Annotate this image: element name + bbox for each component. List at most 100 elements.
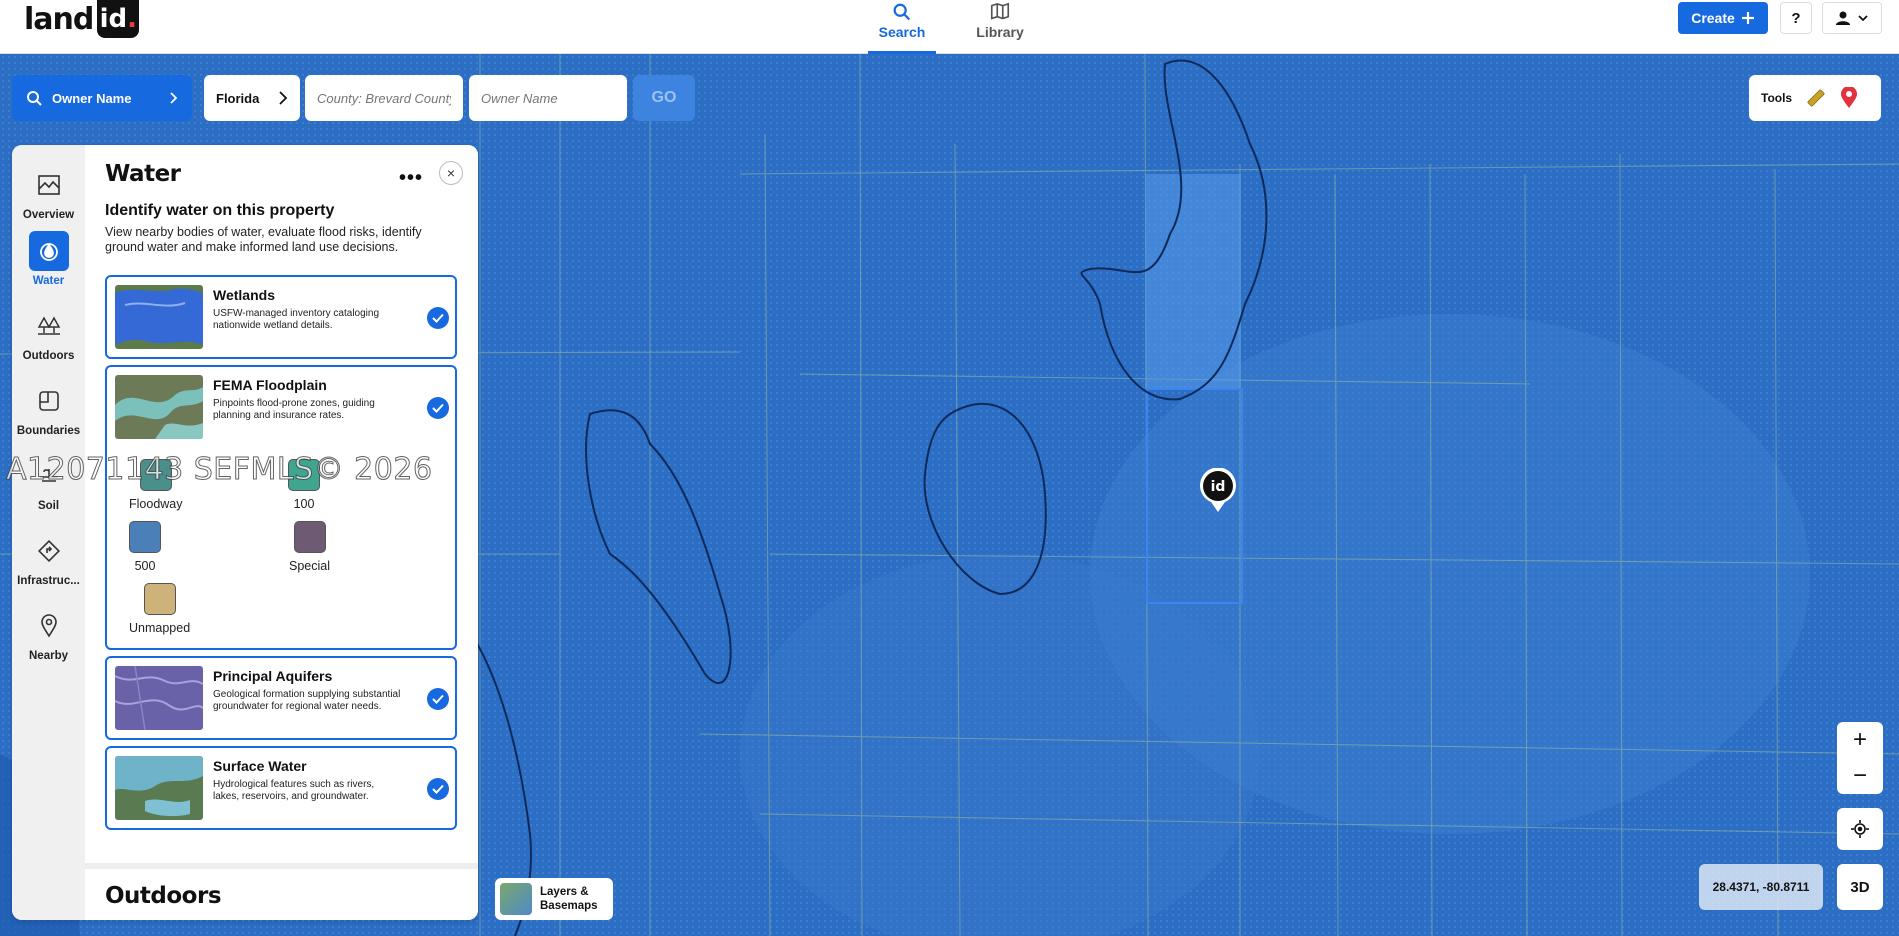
layer-title: Wetlands [213,287,275,303]
layer-title: Principal Aquifers [213,668,333,684]
account-menu-button[interactable] [1822,2,1882,34]
layer-title: FEMA Floodplain [213,377,327,393]
search-mode-button[interactable]: Owner Name [12,75,192,121]
checkmark-icon[interactable] [427,778,449,800]
create-button-label: Create [1691,10,1735,26]
sidebar-item-outdoors[interactable]: Outdoors [12,306,85,362]
category-rail: Overview Water Outdoors Boundaries Soil … [12,145,85,920]
flood-legend-special: Special [289,521,330,573]
county-field-wrapper [305,75,463,121]
tools-panel[interactable]: Tools [1749,75,1881,121]
flood-legend-100: 100 [288,459,320,511]
tab-library[interactable]: Library [966,0,1034,54]
sidebar-item-label: Outdoors [22,350,75,362]
plus-icon [1741,12,1754,24]
state-select[interactable]: Florida [204,75,300,121]
close-panel-button[interactable]: × [439,161,463,185]
layer-card-wetlands[interactable]: Wetlands USFW-managed inventory catalogi… [105,275,457,359]
sidebar-item-water[interactable]: Water [12,231,85,287]
logo-badge-text: id [99,4,128,34]
go-button[interactable]: GO [633,75,695,121]
water-drop-icon [39,243,58,261]
layer-title: Surface Water [213,758,307,774]
layer-description: USFW-managed inventory cataloging nation… [213,308,380,331]
book-icon [990,2,1010,20]
tab-search[interactable]: Search [868,0,936,54]
flood-legend-floodway: Floodway [129,459,183,511]
top-bar: land id. Search Library Create ? [0,0,1899,54]
tab-search-label: Search [878,24,926,40]
chevron-right-icon [279,91,288,105]
ruler-icon[interactable] [1806,88,1826,108]
wetlands-thumbnail [115,285,203,349]
pin-label: id [1211,479,1226,495]
layer-description: Pinpoints flood-prone zones, guiding pla… [213,398,375,421]
sidebar-item-overview[interactable]: Overview [12,165,85,221]
county-input[interactable] [317,90,451,106]
layers-basemaps-button[interactable]: Layers & Basemaps [495,878,613,920]
tab-library-label: Library [976,24,1024,40]
checkmark-icon[interactable] [427,688,449,710]
boundary-icon [38,391,59,411]
location-pin-icon [40,614,57,638]
search-icon [27,91,42,106]
sidebar-item-nearby[interactable]: Nearby [12,606,85,662]
tools-label: Tools [1761,91,1793,105]
sidebar-item-infrastructure[interactable]: Infrastruc... [12,531,85,587]
layers-label-line: Layers & [540,886,589,898]
layer-card-fema-floodplain[interactable]: FEMA Floodplain Pinpoints flood-prone zo… [105,365,457,650]
go-button-label: GO [651,89,677,106]
legend-label: Floodway [129,497,183,511]
zoom-in-button[interactable]: + [1837,722,1883,758]
layers-icon [500,883,532,915]
view-3d-button[interactable]: 3D [1837,864,1883,910]
legend-swatch [139,459,172,491]
panel-description: View nearby bodies of water, evaluate fl… [105,225,422,254]
layer-card-principal-aquifers[interactable]: Principal Aquifers Geological formation … [105,656,457,740]
coordinates-readout: 28.4371, -80.8711 [1699,864,1823,910]
soil-icon [39,469,58,482]
map-marker-icon[interactable] [1840,87,1858,109]
owner-name-input[interactable] [481,90,615,106]
aquifers-thumbnail [115,666,203,730]
checkmark-icon[interactable] [427,397,449,419]
landid-logo[interactable]: land id. [24,0,140,38]
panel-title: Water [105,161,181,187]
zoom-controls: + − [1837,722,1883,794]
locate-button[interactable] [1837,808,1883,850]
legend-swatch [143,583,176,615]
sidebar-item-soil[interactable]: Soil [12,456,85,512]
layer-description: Hydrological features such as rivers, la… [213,779,375,802]
legend-label: Special [289,559,330,573]
create-button[interactable]: Create [1678,2,1768,34]
state-value: Florida [216,90,260,106]
checkmark-icon[interactable] [427,307,449,329]
user-icon [1836,11,1850,25]
owner-field-wrapper [469,75,627,121]
layer-description: Geological formation supplying substanti… [213,689,401,712]
search-mode-label: Owner Name [52,90,132,106]
more-options-button[interactable]: ••• [399,167,423,190]
property-pin-icon[interactable]: id [1198,468,1238,514]
road-sign-icon [37,540,60,562]
legend-label: Unmapped [129,621,191,635]
layers-label: Layers & Basemaps [540,885,598,913]
search-icon [893,3,911,21]
layers-label-line: Basemaps [540,900,598,912]
help-button[interactable]: ? [1780,2,1812,34]
flood-legend-unmapped: Unmapped [129,583,190,635]
legend-swatch [288,459,320,491]
sidebar-item-boundaries[interactable]: Boundaries [12,381,85,437]
water-panel-content: Water ••• × Identify water on this prope… [85,145,478,920]
map-icon [37,175,60,195]
sidebar-item-label: Overview [22,209,75,221]
layer-card-surface-water[interactable]: Surface Water Hydrological features such… [105,746,457,830]
zoom-out-button[interactable]: − [1837,758,1883,794]
layer-panel: Overview Water Outdoors Boundaries Soil … [12,145,478,920]
legend-swatch [129,521,161,553]
chevron-right-icon [170,92,178,104]
section-divider [85,863,478,869]
outdoors-section-title: Outdoors [105,883,222,909]
chevron-down-icon [1858,15,1868,22]
fema-thumbnail [115,375,203,439]
